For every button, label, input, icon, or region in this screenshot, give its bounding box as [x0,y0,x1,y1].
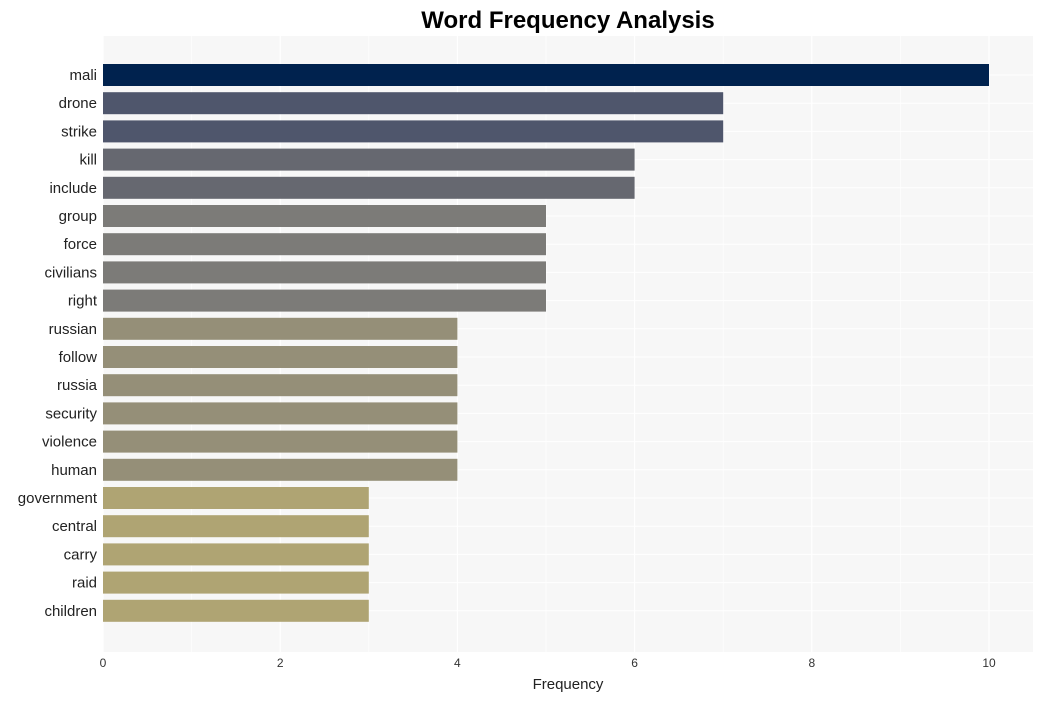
y-label-children: children [44,603,97,620]
y-label-kill: kill [80,152,98,169]
y-label-mali: mali [69,67,97,84]
bar-force [103,233,546,256]
y-axis-labels: mali drone strike kill include group force civi… [18,67,98,620]
y-label-carry: carry [64,546,98,563]
bar-raid [103,571,369,594]
bar-government [103,487,369,509]
bar-children [103,599,369,622]
y-label-violence: violence [42,434,97,451]
bar-central [103,515,369,538]
bar-group [103,205,546,227]
y-label-force: force [64,236,97,253]
y-label-russian: russian [49,321,97,338]
bar-include [103,176,635,199]
bar-human [103,458,458,481]
x-axis-label: Frequency [533,676,604,693]
y-label-drone: drone [59,95,97,112]
y-label-russia: russia [57,377,98,394]
y-label-group: group [59,208,97,225]
y-label-follow: follow [59,349,98,366]
y-label-government: government [18,490,98,507]
y-label-include: include [49,180,97,197]
x-tick-label: 4 [454,656,461,670]
bar-right [103,289,546,312]
bar-russia [103,374,458,397]
bar-carry [103,543,369,566]
y-label-human: human [51,462,97,479]
bar-kill [103,148,635,171]
x-tick-label: 10 [982,656,996,670]
y-label-strike: strike [61,123,97,140]
bar-russian [103,317,458,340]
y-label-central: central [52,518,97,535]
y-label-right: right [68,293,98,310]
x-tick-label: 2 [277,656,284,670]
x-axis-ticks: 0 2 4 6 8 10 [100,656,996,670]
y-label-raid: raid [72,575,97,592]
word-frequency-chart: Word Frequency Analysis mali drone strike k… [18,7,1033,693]
chart-title: Word Frequency Analysis [421,7,714,34]
y-label-security: security [45,405,97,422]
bar-security [103,402,458,425]
bar-violence [103,430,458,453]
bar-strike [103,120,724,143]
bar-drone [103,92,724,115]
x-tick-label: 6 [631,656,638,670]
bar-follow [103,346,458,368]
bar-civilians [103,261,546,284]
y-label-civilians: civilians [44,264,97,281]
x-tick-label: 8 [808,656,815,670]
x-tick-label: 0 [100,656,107,670]
bar-mali [103,64,989,86]
